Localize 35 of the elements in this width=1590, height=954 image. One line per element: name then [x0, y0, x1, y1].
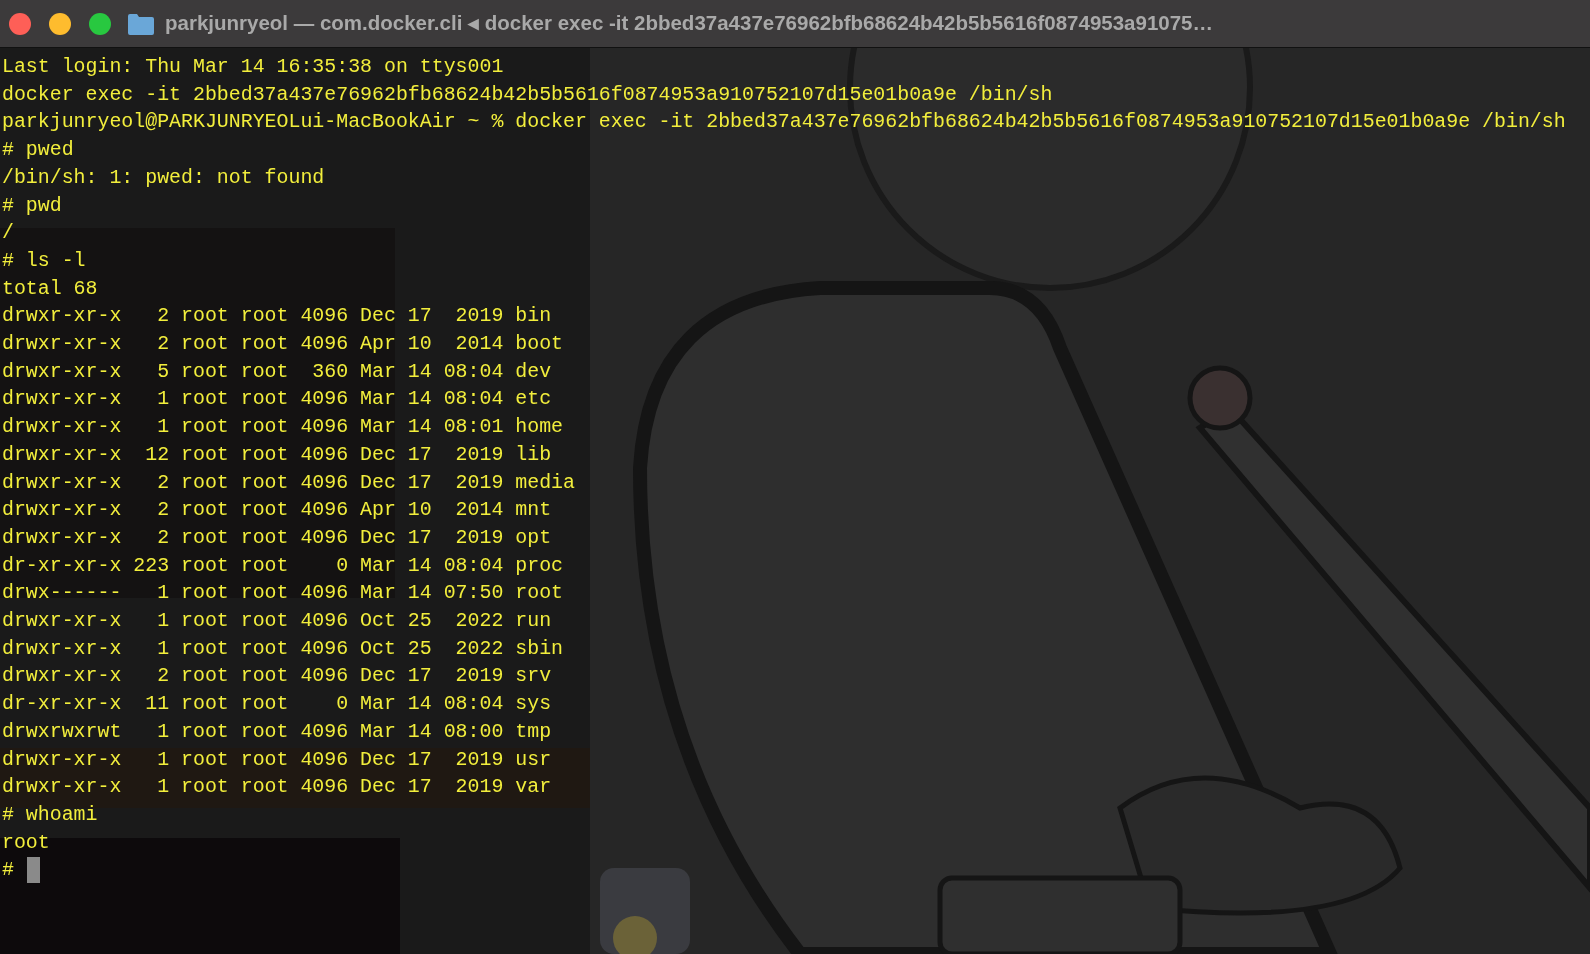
folder-icon	[127, 11, 155, 36]
terminal-line: drwxr-xr-x 2 root root 4096 Apr 10 2014 boot	[2, 331, 563, 358]
terminal-line: drwxr-xr-x 1 root root 4096 Mar 14 08:01 home	[2, 414, 563, 441]
terminal-line: drwxr-xr-x 1 root root 4096 Oct 25 2022 run	[2, 608, 552, 635]
terminal-line: /bin/sh: 1: pwed: not found	[2, 164, 325, 191]
terminal-line: drwxr-xr-x 1 root root 4096 Dec 17 2019 var	[2, 774, 552, 801]
close-button[interactable]	[9, 12, 31, 35]
terminal-line: docker exec -it 2bbed37a437e76962bfb68624b42b5b5616f0874953a910752107d15e01b0a9e /bin/sh	[2, 81, 1053, 108]
terminal-line: parkjunryeol@PARKJUNRYEOLui-MacBookAir ~ % docker exec -it 2bbed37a437e76962bfb68624b42b5b5616f0874953a910752107d15e01b0a9e /bin/sh	[2, 109, 1566, 136]
terminal-line: drwx------ 1 root root 4096 Mar 14 07:50 root	[2, 580, 563, 607]
prompt: #	[2, 857, 14, 884]
terminal-line: # ls -l	[2, 247, 86, 274]
terminal-line: root	[2, 829, 50, 856]
terminal-line: Last login: Thu Mar 14 16:35:38 on ttys001	[2, 54, 504, 80]
terminal-line: drwxr-xr-x 12 root root 4096 Dec 17 2019 lib	[2, 441, 552, 468]
terminal-line: drwxr-xr-x 2 root root 4096 Apr 10 2014 mnt	[2, 497, 552, 524]
terminal-line: drwxr-xr-x 2 root root 4096 Dec 17 2019 opt	[2, 524, 552, 551]
terminal-line: drwxr-xr-x 2 root root 4096 Dec 17 2019 bin	[2, 303, 552, 330]
terminal-line: drwxrwxrwt 1 root root 4096 Mar 14 08:00 tmp	[2, 718, 552, 745]
terminal-line: total 68	[2, 275, 98, 302]
terminal-line: drwxr-xr-x 5 root root 360 Mar 14 08:04 dev	[2, 358, 552, 385]
terminal-line: dr-xr-xr-x 223 root root 0 Mar 14 08:04 proc	[2, 552, 563, 579]
terminal-line: drwxr-xr-x 2 root root 4096 Dec 17 2019 srv	[2, 663, 552, 690]
terminal-line: /	[2, 220, 14, 247]
terminal-line: # pwd	[2, 192, 62, 219]
terminal-line: drwxr-xr-x 1 root root 4096 Dec 17 2019 usr	[2, 746, 552, 773]
window-title: parkjunryeol — com.docker.cli ◂ docker exec -it 2bbed37a437e76962bfb68624b42b5b5616f0874953a91075…	[165, 10, 1213, 37]
zoom-button[interactable]	[89, 12, 111, 35]
minimize-button[interactable]	[49, 12, 71, 35]
terminal-line: drwxr-xr-x 1 root root 4096 Mar 14 08:04 etc	[2, 386, 552, 413]
terminal-line: dr-xr-xr-x 11 root root 0 Mar 14 08:04 sys	[2, 691, 552, 718]
terminal-line: drwxr-xr-x 2 root root 4096 Dec 17 2019 media	[2, 469, 575, 496]
terminal-line: # pwed	[2, 137, 74, 164]
terminal-line: drwxr-xr-x 1 root root 4096 Oct 25 2022 sbin	[2, 635, 563, 662]
terminal-line: # whoami	[2, 802, 98, 828]
